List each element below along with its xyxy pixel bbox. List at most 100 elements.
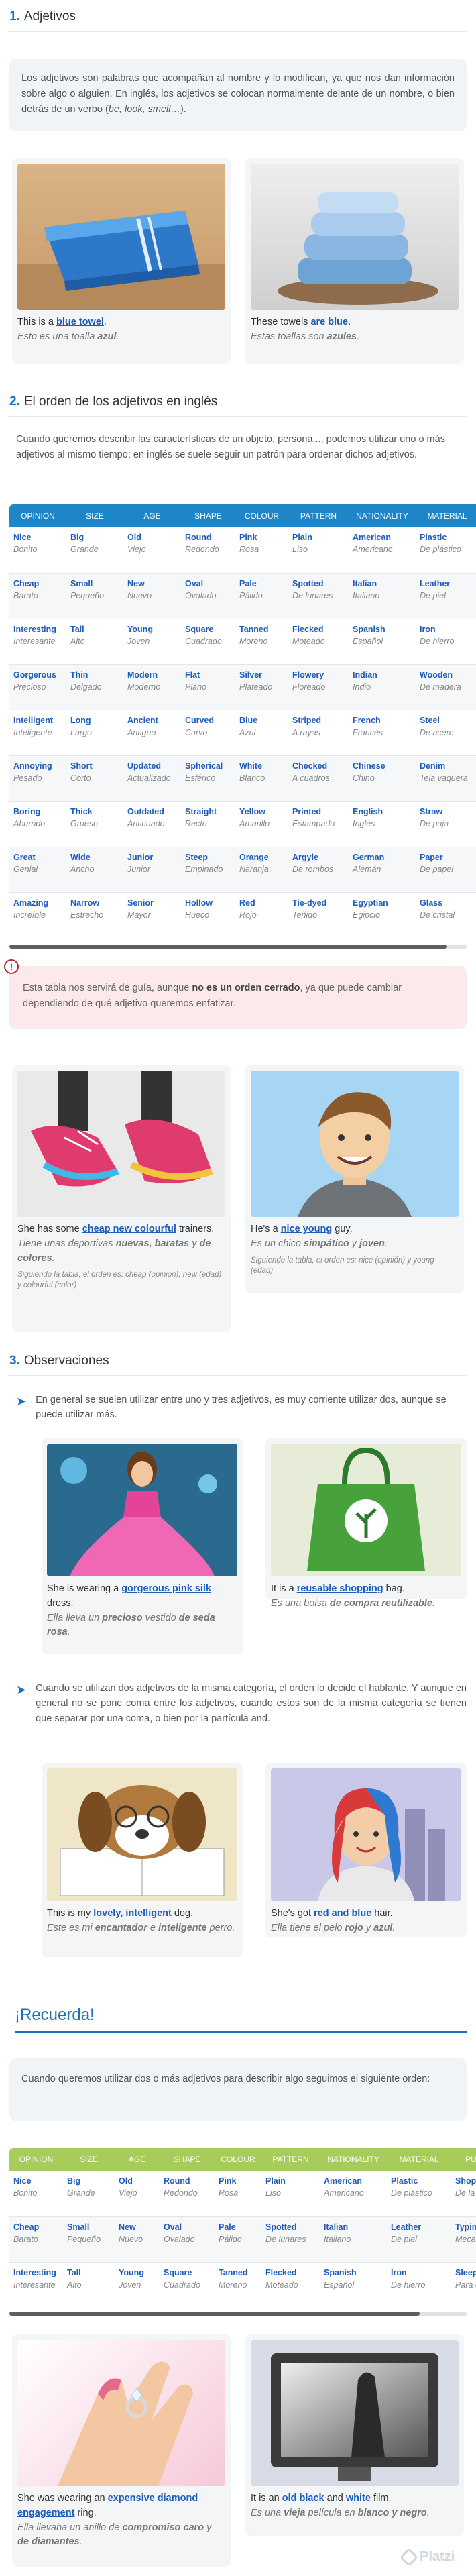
english-adjective: Flecked [292,624,324,634]
scrollbar-thumb[interactable] [9,2312,420,2316]
adjective-link[interactable]: blue towel [56,317,104,327]
spanish-translation: Estampado [292,818,335,828]
bag-image [271,1444,461,1576]
translation-text: Ella tiene el pelo [271,1922,345,1933]
section-number: 3. [9,1354,20,1368]
adjective-link[interactable]: cheap new colourful [82,1224,176,1234]
table-row: Boring Aburrido Thick Grueso Outdated Anticua… [9,801,476,847]
spanish-translation: De cristal [420,910,455,920]
table-cell: Steel De acero [416,710,476,756]
table-scrollbar[interactable] [9,945,467,949]
table-cell: Blue Azul [235,710,288,756]
translation-end: . [432,1597,436,1609]
table-cell: Yellow Amarillo [235,801,288,847]
table-cell: Big Grande [66,527,123,574]
table-header-row: OPINION SIZE AGE SHAPE COLOUR PATTERN NATIONAL… [9,2148,476,2171]
table-cell: Tanned Moreno [235,619,288,665]
english-adjective: Thick [70,806,93,816]
table-cell: Young Joven [123,619,181,665]
english-adjective: New [127,578,145,588]
english-adjective: Square [164,2267,192,2277]
table-cell: Spanish Español [320,2262,387,2308]
translation-bold: simpático [304,1238,349,1249]
spanish-translation: Chino [353,773,375,783]
table-cell: Oval Ovalado [181,573,235,619]
translation-end: . [116,331,119,342]
spanish-translation: De papel [420,864,454,874]
adjective-link[interactable]: red and blue [314,1908,371,1919]
arrow-icon: ➤ [16,1395,27,1408]
table-cell: Hollow Hueco [181,892,235,938]
spanish-translation: Liso [292,545,308,554]
translation-bold: nuevas, baratas [115,1238,190,1249]
scrollbar-thumb[interactable] [9,945,447,949]
spanish-translation: Americano [324,2188,364,2198]
adjective-order-summary-table[interactable]: OPINION SIZE AGE SHAPE COLOUR PATTERN NATIONAL… [9,2148,476,2308]
table-cell: Small Pequeño [66,573,123,619]
spanish-translation: Pequeño [67,2234,101,2244]
english-adjective: Egyptian [353,898,388,908]
english-adjective: Plain [292,533,312,542]
spanish-translation: Ovalado [185,590,217,600]
spanish-translation: Italiano [353,590,380,600]
example-card-ring: She was wearing an expensive diamond eng… [12,2334,231,2567]
english-adjective: Cheap [13,2222,40,2232]
spanish-translation: Pesado [13,773,42,783]
translation-end: . [384,1238,388,1249]
adjective-link-2[interactable]: white [346,2493,371,2504]
adjective-link[interactable]: old black [282,2493,324,2504]
section-title: El orden de los adjetivos en inglés [23,394,218,409]
adjective-order-table[interactable]: OPINION SIZE AGE SHAPE COLOUR PATTERN NATIONAL… [9,504,476,941]
spanish-translation: Curvo [185,727,208,737]
spanish-translation: Plateado [239,682,273,692]
spanish-translation: Italiano [324,2234,351,2244]
translation-bold: de compra reutilizable [329,1597,432,1609]
table-cell: Long Largo [66,710,123,756]
english-adjective: Hollow [185,898,213,908]
spanish-translation: Rojo [239,910,257,920]
spanish-translation: Hueco [185,910,210,920]
table-cell: Spanish Español [349,619,416,665]
english-adjective: Plastic [420,533,447,542]
spanish-translation: De madera [420,682,461,692]
table-cell: Spherical Esférico [181,755,235,802]
warning-icon: ! [4,959,19,974]
adjective-link[interactable]: gorgerous pink silk [121,1583,211,1594]
card-note: Siguiendo la tabla, el orden es: nice (o… [251,1256,434,1275]
english-adjective: Round [164,2176,190,2186]
table-cell: Wooden De madera [416,664,476,710]
english-adjective: Big [67,2176,81,2186]
adjective-link[interactable]: reusable shopping [297,1583,383,1594]
divider [15,2031,467,2033]
example-card-bag: It is a reusable shopping bag. Es una bol… [265,1438,467,1609]
divider [9,31,467,32]
spanish-translation: Interesante [13,636,56,646]
column-header: MATERIAL [399,2155,439,2164]
table-cell: Glass De cristal [416,892,476,938]
translation-end: . [426,2507,430,2518]
adjective-link[interactable]: lovely, intelligent [93,1908,172,1919]
table-cell: Square Cuadrado [160,2262,215,2308]
card-note: Siguiendo la tabla, el orden es: cheap (… [17,1271,222,1289]
english-adjective: Annoying [13,761,52,771]
example-card-dress: She is wearing a gorgerous pink silk dre… [42,1438,243,1654]
english-adjective: Plastic [391,2176,418,2186]
translation-bold-2: blanco y negro [357,2507,427,2518]
table-cell: Tall Alto [66,619,123,665]
table-cell: Italian Italiano [349,573,416,619]
table-cell: Short Corto [66,755,123,802]
spanish-translation: Increíble [13,910,46,920]
spanish-translation: Aburrido [13,818,46,828]
trainers-image [17,1071,225,1217]
table-scrollbar[interactable] [9,2312,467,2316]
table-row: Nice Bonito Big Grande Old Viejo Round Redondo P… [9,527,476,574]
note-text: Esta tabla nos servirá de guía, aunque [23,983,192,994]
adjective-link[interactable]: nice young [281,1224,333,1234]
table-row: Intelligent Inteligente Long Largo Ancient An… [9,710,476,756]
film-image [251,2340,459,2486]
table-cell: Flecked Moteado [261,2262,320,2308]
table-cell: Interesting Interesante [9,2262,63,2308]
card-text-mid: and [324,2493,346,2504]
spanish-translation: Blanco [239,773,265,783]
column-header: AGE [128,2155,146,2164]
